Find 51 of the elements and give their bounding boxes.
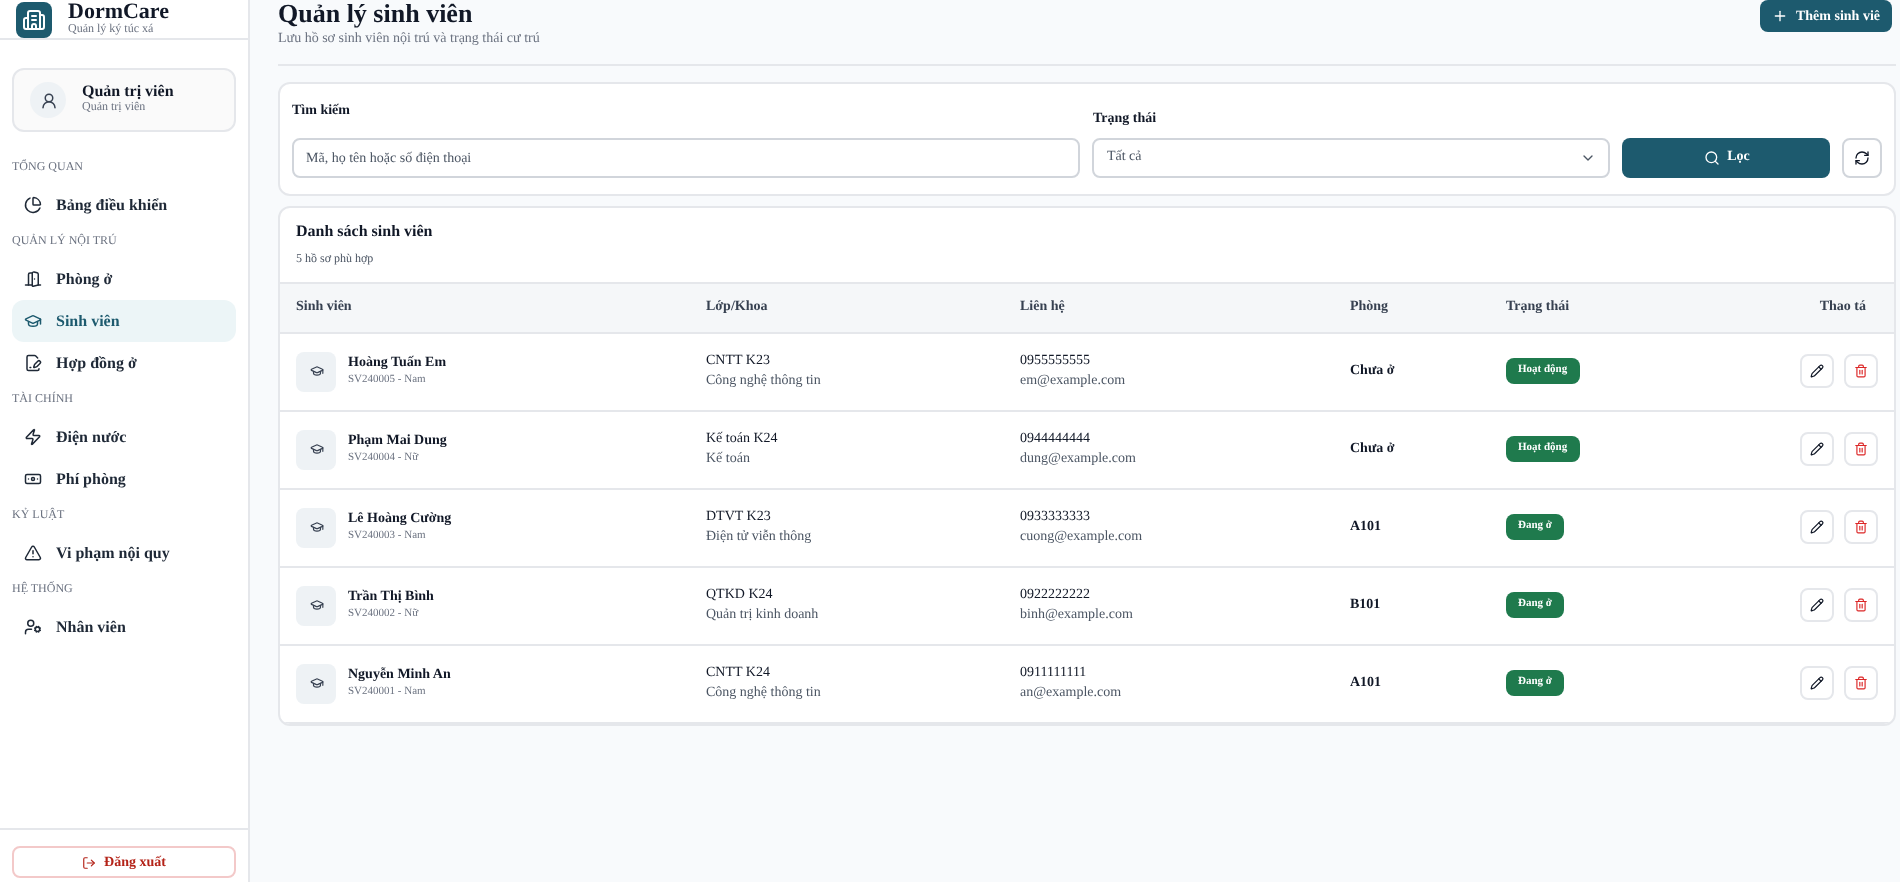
door-icon xyxy=(24,270,42,288)
delete-button[interactable] xyxy=(1844,354,1878,388)
logout-icon xyxy=(82,855,97,869)
refresh-icon xyxy=(1854,149,1871,165)
trash-icon xyxy=(1854,598,1868,612)
document-pen-icon xyxy=(24,354,42,372)
nav-item[interactable]: Phòng ở xyxy=(12,258,236,300)
student-avatar-icon xyxy=(296,351,336,391)
table-title: Danh sách sinh viên xyxy=(296,219,435,243)
student-avatar-icon xyxy=(296,429,336,469)
student-avatar-icon xyxy=(296,507,336,547)
plus-icon xyxy=(1771,8,1788,24)
edit-button[interactable] xyxy=(1800,432,1834,466)
nav-item[interactable]: Bảng điều khiển xyxy=(12,184,236,226)
student-avatar-icon xyxy=(296,585,336,625)
nav-item[interactable]: Nhân viên xyxy=(12,606,236,648)
page-title: Quản lý sinh viên xyxy=(278,0,475,26)
trash-icon xyxy=(1854,364,1868,378)
trash-icon xyxy=(1854,520,1868,534)
pencil-icon xyxy=(1810,364,1824,378)
search-icon xyxy=(1703,149,1720,165)
lightning-icon xyxy=(24,428,42,446)
pie-chart-icon xyxy=(24,196,42,214)
delete-button[interactable] xyxy=(1844,666,1878,700)
user-name: Quản trị viên xyxy=(82,82,174,101)
edit-button[interactable] xyxy=(1800,666,1834,700)
pencil-icon xyxy=(1810,676,1824,690)
avatar-icon xyxy=(30,82,66,118)
nav-item[interactable]: Phí phòng xyxy=(12,458,236,500)
warning-icon xyxy=(24,544,42,562)
brand-name: DormCare xyxy=(68,2,169,24)
nav-item[interactable]: Sinh viên xyxy=(12,300,236,342)
banknote-icon xyxy=(24,470,42,488)
edit-button[interactable] xyxy=(1800,588,1834,622)
student-avatar-icon xyxy=(296,663,336,703)
graduation-cap-icon xyxy=(24,312,42,330)
nav-item[interactable]: Hợp đồng ở xyxy=(12,342,236,384)
nav-item[interactable]: Vi phạm nội quy xyxy=(12,532,236,574)
delete-button[interactable] xyxy=(1844,432,1878,466)
trash-icon xyxy=(1854,676,1868,690)
pencil-icon xyxy=(1810,520,1824,534)
edit-button[interactable] xyxy=(1800,510,1834,544)
edit-button[interactable] xyxy=(1800,354,1834,388)
refresh-button[interactable] xyxy=(1842,137,1882,177)
delete-button[interactable] xyxy=(1844,510,1878,544)
user-gear-icon xyxy=(24,618,42,636)
trash-icon xyxy=(1854,442,1868,456)
delete-button[interactable] xyxy=(1844,588,1878,622)
nav-item[interactable]: Điện nước xyxy=(12,416,236,458)
pencil-icon xyxy=(1810,442,1824,456)
pencil-icon xyxy=(1810,598,1824,612)
